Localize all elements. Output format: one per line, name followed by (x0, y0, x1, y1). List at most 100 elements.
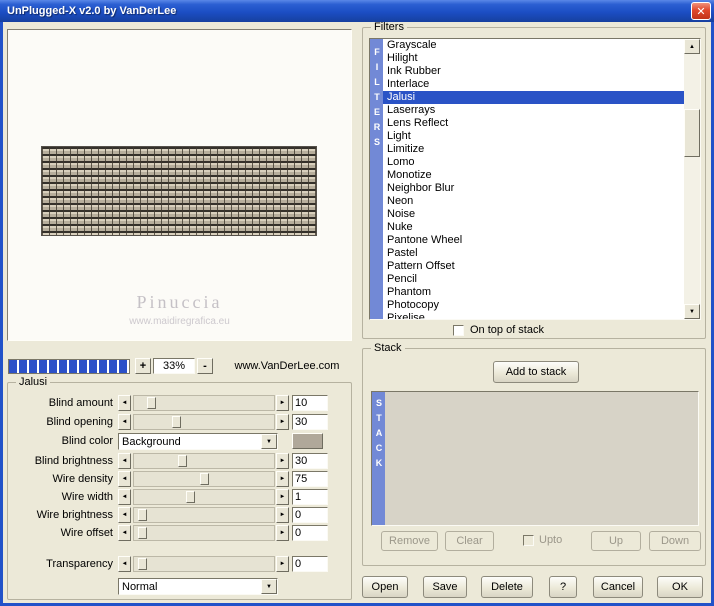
slider-thumb[interactable] (146, 397, 156, 409)
filter-list-item[interactable]: Lomo (383, 156, 684, 169)
slider-decrement-button[interactable]: ◄ (118, 507, 131, 523)
slider-track[interactable] (133, 507, 275, 523)
slider-increment-button[interactable]: ► (276, 489, 289, 505)
slider-value-input[interactable] (292, 556, 328, 572)
filter-list-item[interactable]: Pencil (383, 273, 684, 286)
slider-thumb[interactable] (138, 509, 148, 521)
close-button[interactable]: ✕ (691, 2, 711, 20)
filter-list-item[interactable]: Limitize (383, 143, 684, 156)
slider-track[interactable] (133, 395, 275, 411)
slider-thumb[interactable] (200, 473, 209, 485)
slider-value-input[interactable] (292, 414, 328, 430)
slider-increment-button[interactable]: ► (276, 556, 289, 572)
slider-thumb[interactable] (177, 455, 187, 467)
titlebar[interactable]: UnPlugged-X v2.0 by VanDerLee (0, 0, 714, 22)
filter-list-item[interactable]: Noise (383, 208, 684, 221)
slider-decrement-button[interactable]: ◄ (118, 414, 131, 430)
slider-decrement-button[interactable]: ◄ (118, 395, 131, 411)
slider-track[interactable] (133, 471, 275, 487)
slider-decrement-button[interactable]: ◄ (118, 556, 131, 572)
slider-decrement-button[interactable]: ◄ (118, 453, 131, 469)
cancel-button[interactable]: Cancel (593, 576, 643, 598)
save-button[interactable]: Save (423, 576, 467, 598)
filter-list-item[interactable]: Hilight (383, 52, 684, 65)
slider-decrement-button[interactable]: ◄ (118, 489, 131, 505)
slider-increment-button[interactable]: ► (276, 471, 289, 487)
filter-list-item[interactable]: Pattern Offset (383, 260, 684, 273)
slider-decrement-button[interactable]: ◄ (118, 525, 131, 541)
help-button[interactable]: ? (549, 576, 577, 598)
scroll-down-button[interactable]: ▼ (684, 304, 700, 319)
blend-mode-dropdown[interactable]: Normal ▼ (118, 578, 278, 595)
slider-value-input[interactable] (292, 525, 328, 541)
slider-value-input[interactable] (292, 471, 328, 487)
down-button[interactable]: Down (649, 531, 701, 551)
slider-thumb[interactable] (138, 558, 148, 570)
slider-row-blind-amount: Blind amount ◄ ► (8, 395, 351, 411)
filter-list-item[interactable]: Light (383, 130, 684, 143)
scroll-up-button[interactable]: ▲ (684, 39, 700, 54)
slider-increment-button[interactable]: ► (276, 525, 289, 541)
filter-list-item[interactable]: Phantom (383, 286, 684, 299)
remove-button[interactable]: Remove (381, 531, 438, 551)
stack-listbox[interactable]: STACK (371, 391, 699, 526)
vendor-website-link[interactable]: www.VanDerLee.com (225, 360, 349, 372)
blind-color-swatch[interactable] (292, 433, 323, 449)
filter-list-item[interactable]: Pixelise (383, 312, 684, 319)
filter-list-item[interactable]: Nuke (383, 221, 684, 234)
filter-list-item[interactable]: Lens Reflect (383, 117, 684, 130)
slider-thumb[interactable] (138, 527, 148, 539)
plugin-window: UnPlugged-X v2.0 by VanDerLee ✕ Pinuccia… (0, 0, 714, 606)
slider-decrement-button[interactable]: ◄ (118, 471, 131, 487)
filter-list-item[interactable]: Ink Rubber (383, 65, 684, 78)
zoom-out-button[interactable]: - (197, 358, 213, 374)
zoom-in-button[interactable]: + (135, 358, 151, 374)
slider-thumb[interactable] (172, 416, 181, 428)
ok-label: OK (672, 581, 688, 593)
slider-track[interactable] (133, 489, 275, 505)
chevron-down-icon[interactable]: ▼ (261, 434, 277, 449)
slider-track[interactable] (133, 525, 275, 541)
slider-increment-button[interactable]: ► (276, 507, 289, 523)
filter-list-item[interactable]: Monotize (383, 169, 684, 182)
slider-increment-button[interactable]: ► (276, 453, 289, 469)
filter-list-item-selected[interactable]: Jalusi (383, 91, 684, 104)
filter-list-item[interactable]: Pantone Wheel (383, 234, 684, 247)
on-top-of-stack-checkbox[interactable] (453, 325, 464, 336)
filter-list-item[interactable]: Pastel (383, 247, 684, 260)
preview-pane[interactable]: Pinuccia www.maidiregrafica.eu (7, 29, 352, 341)
delete-button[interactable]: Delete (481, 576, 533, 598)
filter-list-item[interactable]: Neon (383, 195, 684, 208)
slider-value-input[interactable] (292, 453, 328, 469)
filter-list-item[interactable]: Interlace (383, 78, 684, 91)
arrow-right-icon: ► (279, 400, 286, 406)
up-button[interactable]: Up (591, 531, 641, 551)
filter-list-item[interactable]: Laserrays (383, 104, 684, 117)
ok-button[interactable]: OK (657, 576, 703, 598)
chevron-down-icon[interactable]: ▼ (261, 579, 277, 594)
slider-value-input[interactable] (292, 507, 328, 523)
blind-color-dropdown[interactable]: Background ▼ (118, 433, 278, 450)
clear-button[interactable]: Clear (445, 531, 494, 551)
up-label: Up (608, 535, 624, 547)
slider-track[interactable] (133, 414, 275, 430)
scrollbar-thumb[interactable] (684, 109, 700, 157)
slider-increment-button[interactable]: ► (276, 395, 289, 411)
slider-value-input[interactable] (292, 395, 328, 411)
filter-list-item[interactable]: Photocopy (383, 299, 684, 312)
slider-thumb[interactable] (186, 491, 195, 503)
filter-list-item[interactable]: Grayscale (383, 39, 684, 52)
upto-checkbox[interactable] (523, 535, 534, 546)
slider-track[interactable] (133, 556, 275, 572)
add-to-stack-button[interactable]: Add to stack (493, 361, 579, 383)
slider-increment-button[interactable]: ► (276, 414, 289, 430)
open-button[interactable]: Open (362, 576, 408, 598)
slider-row-blind-brightness: Blind brightness ◄ ► (8, 453, 351, 469)
zoom-level-bar[interactable] (8, 359, 130, 374)
slider-track[interactable] (133, 453, 275, 469)
slider-label: Blind opening (46, 416, 113, 428)
params-group: Jalusi Blind amount ◄ ► Blind opening ◄ … (7, 375, 352, 600)
filters-scrollbar[interactable]: ▲ ▼ (684, 39, 700, 319)
slider-value-input[interactable] (292, 489, 328, 505)
filter-list-item[interactable]: Neighbor Blur (383, 182, 684, 195)
